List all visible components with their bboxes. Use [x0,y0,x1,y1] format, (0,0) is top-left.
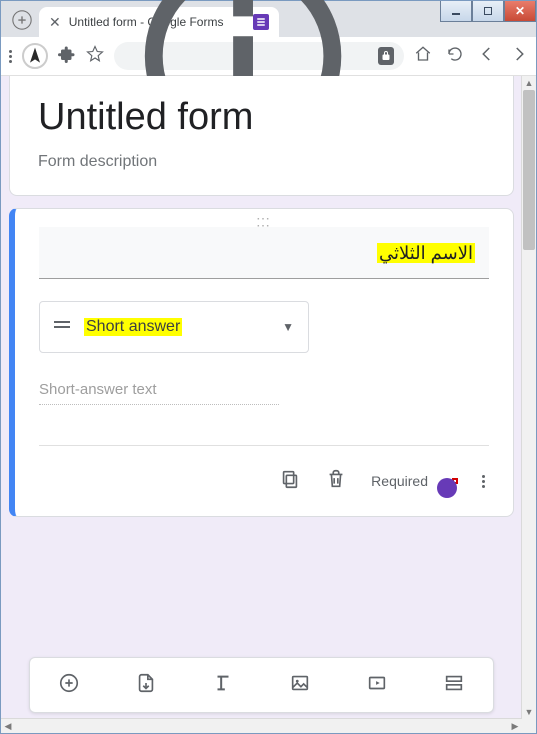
short-answer-icon [54,326,70,328]
scroll-left-icon[interactable]: ◀ [1,719,15,733]
scroll-right-icon[interactable]: ▶ [508,719,522,733]
form-header-card[interactable]: Untitled form Form description [9,76,514,196]
question-title-text: الاسم الثلاثي [377,243,475,263]
floating-toolbar [29,657,494,713]
page-viewport: Untitled form Form description الاسم الث… [1,76,536,733]
duplicate-icon[interactable] [279,468,301,495]
required-label: Required [371,473,428,489]
scroll-corner [522,719,536,733]
add-section-icon[interactable] [443,672,465,699]
window-controls: ✕ [440,1,536,22]
forward-icon[interactable] [510,45,528,68]
scroll-thumb[interactable] [523,90,535,250]
add-title-icon[interactable] [212,672,234,699]
address-bar: docs.google.com/forms/... [1,37,536,76]
close-button[interactable]: ✕ [504,1,536,22]
short-answer-placeholder: Short-answer text [39,381,279,405]
question-type-label: Short answer [84,318,182,336]
add-question-icon[interactable] [58,672,80,699]
home-icon[interactable] [414,45,432,68]
form-description[interactable]: Form description [38,153,485,171]
question-footer: Required [39,445,489,516]
scroll-up-icon[interactable]: ▲ [522,76,536,90]
required-toggle[interactable] [452,478,458,484]
question-more-icon[interactable] [482,475,485,488]
chevron-down-icon: ▼ [282,320,294,334]
scroll-down-icon[interactable]: ▼ [522,705,536,719]
question-card[interactable]: الاسم الثلاثي Short answer ▼ Short-answe… [9,208,514,517]
profile-avatar[interactable] [22,43,48,69]
delete-icon[interactable] [325,468,347,495]
bookmark-star-icon[interactable] [86,45,104,68]
new-tab-button[interactable] [5,5,39,35]
drag-handle-icon[interactable] [256,215,272,229]
question-type-dropdown[interactable]: Short answer ▼ [39,301,309,353]
extensions-icon[interactable] [58,45,76,68]
add-image-icon[interactable] [289,672,311,699]
form-title[interactable]: Untitled form [38,96,485,139]
question-title-input[interactable]: الاسم الثلاثي [39,227,489,279]
url-field[interactable]: docs.google.com/forms/... [114,42,404,70]
tab-close-icon[interactable]: ✕ [49,14,61,31]
maximize-button[interactable] [472,1,504,22]
import-questions-icon[interactable] [135,672,157,699]
horizontal-scrollbar[interactable]: ◀ ▶ [1,718,522,733]
lock-icon[interactable] [378,47,394,65]
browser-menu-icon[interactable] [9,50,12,63]
refresh-icon[interactable] [446,45,464,68]
add-video-icon[interactable] [366,672,388,699]
back-icon[interactable] [478,45,496,68]
minimize-button[interactable] [440,1,472,22]
vertical-scrollbar[interactable]: ▲ ▼ [521,76,536,719]
